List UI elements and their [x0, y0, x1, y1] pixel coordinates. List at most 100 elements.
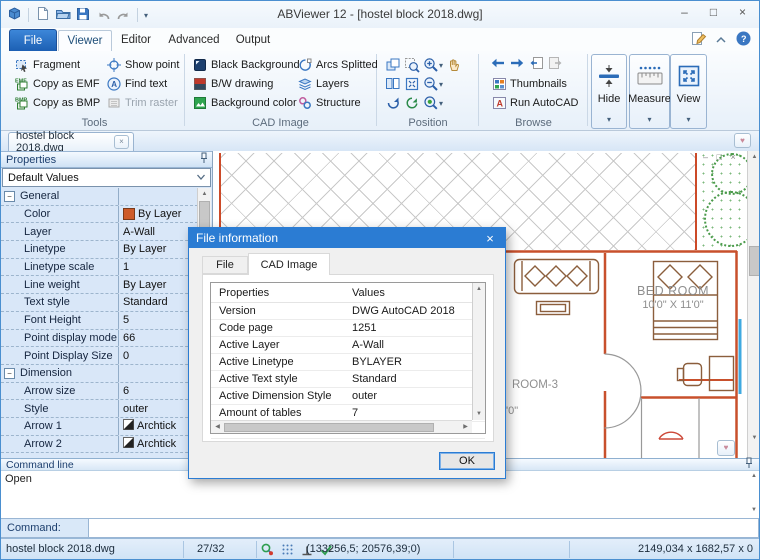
property-row-layer[interactable]: LayerA-Wall [1, 223, 198, 241]
property-value[interactable] [119, 188, 198, 205]
property-row-point-display-size[interactable]: Point Display Size0 [1, 347, 198, 365]
refresh-view-button[interactable] [404, 95, 420, 110]
property-row-general[interactable]: −General [1, 188, 198, 206]
ribbon-item-arcs-splitted[interactable]: Arcs Splitted [292, 55, 378, 74]
zoom-out-button[interactable]: ▾ [423, 76, 443, 91]
ribbon-item-show-point[interactable]: Show point [101, 55, 179, 74]
ribbon-item-background-color[interactable]: Background color [187, 93, 300, 112]
property-row-font-height[interactable]: Font Height5 [1, 312, 198, 330]
file-info-row-active-text-style[interactable]: Active Text styleStandard [211, 371, 485, 388]
file-info-row-active-linetype[interactable]: Active LinetypeBYLAYER [211, 354, 485, 371]
property-value[interactable]: Archtick [119, 418, 198, 435]
property-row-dimension[interactable]: −Dimension [1, 365, 198, 383]
dialog-close-icon[interactable]: × [475, 228, 505, 248]
ribbon-item-b-w-drawing[interactable]: B/W drawing [187, 74, 300, 93]
collapse-icon[interactable]: − [4, 368, 15, 379]
file-info-row-version[interactable]: VersionDWG AutoCAD 2018 [211, 303, 485, 320]
property-value[interactable] [119, 365, 198, 382]
collapse-icon[interactable]: − [4, 191, 15, 202]
dialog-title-bar[interactable]: File information × [189, 228, 505, 248]
property-row-line-weight[interactable]: Line weightBy Layer [1, 276, 198, 294]
property-value[interactable]: By Layer [119, 206, 198, 223]
zoom-page-button[interactable]: ▾ [423, 95, 443, 110]
property-value[interactable]: 66 [119, 330, 198, 347]
command-input[interactable] [89, 518, 759, 538]
ribbon-item-structure[interactable]: Structure [292, 93, 378, 112]
chevron-down-icon[interactable]: ▾ [686, 113, 690, 125]
chevron-down-icon[interactable]: ▾ [607, 113, 611, 125]
property-row-style[interactable]: Styleouter [1, 400, 198, 418]
scroll-up-icon[interactable]: ▲ [751, 473, 757, 479]
tab-advanced[interactable]: Advanced [162, 30, 226, 50]
scroll-down-icon[interactable]: ▼ [751, 507, 757, 513]
chevron-down-icon[interactable]: ▾ [439, 97, 443, 109]
ribbon-item-run-autocad[interactable]: ARun AutoCAD [486, 93, 578, 112]
scroll-up-icon[interactable]: ▲ [748, 151, 760, 163]
ribbon-item-thumbnails[interactable]: Thumbnails [486, 74, 578, 93]
pen-doc-button[interactable] [691, 31, 707, 49]
pin-icon[interactable] [745, 457, 753, 472]
hide-button[interactable]: Hide▾ [591, 54, 627, 129]
chevron-down-icon[interactable]: ▾ [647, 113, 651, 125]
grid-dots-toggle[interactable] [279, 542, 295, 559]
ribbon-item-fragment[interactable]: Fragment [9, 55, 100, 74]
scroll-right-icon[interactable]: ▶ [459, 421, 472, 433]
zoom-window-button[interactable] [404, 57, 420, 72]
scroll-up-icon[interactable]: ▲ [473, 283, 485, 295]
pin-icon[interactable] [200, 152, 208, 167]
property-row-color[interactable]: ColorBy Layer [1, 206, 198, 224]
ok-button[interactable]: OK [439, 452, 495, 470]
property-value[interactable]: Standard [119, 294, 198, 311]
minimize-button[interactable]: – [670, 1, 699, 23]
file-info-row-code-page[interactable]: Code page1251 [211, 320, 485, 337]
properties-preset-dropdown[interactable]: Default Values [2, 168, 211, 187]
ribbon-item-black-background[interactable]: Black Background [187, 55, 300, 74]
ribbon-item-copy-as-emf[interactable]: EMFCopy as EMF [9, 74, 100, 93]
scroll-left-icon[interactable]: ◀ [211, 421, 224, 433]
scroll-thumb[interactable] [224, 423, 434, 432]
arrow-back-button[interactable] [490, 56, 506, 74]
property-value[interactable]: A-Wall [119, 223, 198, 240]
close-button[interactable]: × [728, 1, 757, 23]
view-button[interactable]: View▾ [670, 54, 707, 129]
tab-file[interactable]: File [9, 29, 57, 51]
chevron-down-icon[interactable]: ▾ [439, 78, 443, 90]
scroll-down-icon[interactable]: ▼ [748, 432, 760, 444]
ribbon-item-layers[interactable]: Layers [292, 74, 378, 93]
document-tab[interactable]: hostel block 2018.dwg × [8, 132, 134, 151]
command-log-scroll[interactable]: ▲ ▼ [751, 473, 757, 513]
tile-button[interactable] [385, 76, 401, 91]
arrow-forward-button[interactable] [509, 56, 525, 74]
dialog-tab-file[interactable]: File [202, 256, 248, 274]
dialog-tab-cad-image[interactable]: CAD Image [248, 253, 330, 275]
cascade-button[interactable] [385, 57, 401, 72]
property-value[interactable]: By Layer [119, 241, 198, 258]
property-value[interactable]: Archtick [119, 436, 198, 453]
property-row-point-display-mode[interactable]: Point display mode66 [1, 330, 198, 348]
file-info-row-active-dimension-style[interactable]: Active Dimension Styleouter [211, 388, 485, 405]
snap-point-toggle[interactable] [259, 542, 275, 559]
chevron-up-button[interactable] [713, 32, 729, 48]
property-value[interactable]: By Layer [119, 276, 198, 293]
property-value[interactable]: 6 [119, 383, 198, 400]
window-list-button[interactable]: ♥ [734, 133, 751, 148]
pan-hand-button[interactable] [446, 57, 462, 72]
ribbon-item-copy-as-bmp[interactable]: BMPCopy as BMP [9, 93, 100, 112]
fit-extents-button[interactable] [404, 76, 420, 91]
help-button[interactable]: ? [735, 31, 751, 49]
property-row-arrow-2[interactable]: Arrow 2Archtick [1, 436, 198, 454]
scroll-down-icon[interactable]: ▼ [473, 408, 485, 420]
tab-editor[interactable]: Editor [113, 30, 159, 50]
scroll-up-icon[interactable]: ▲ [198, 188, 211, 200]
property-value[interactable]: 1 [119, 259, 198, 276]
maximize-button[interactable]: □ [699, 1, 728, 23]
drawing-vertical-scrollbar[interactable]: ▲ ▼ [747, 151, 760, 458]
property-row-arrow-1[interactable]: Arrow 1Archtick [1, 418, 198, 436]
table-horizontal-scrollbar[interactable]: ◀ ▶ [211, 420, 472, 433]
view-split-button[interactable]: ♥ [717, 440, 735, 456]
zoom-in-button[interactable]: ▾ [423, 57, 443, 72]
property-value[interactable]: outer [119, 400, 198, 417]
property-value[interactable]: 0 [119, 347, 198, 364]
page-back-button[interactable] [528, 56, 544, 74]
table-vertical-scrollbar[interactable]: ▲ ▼ [472, 283, 485, 420]
